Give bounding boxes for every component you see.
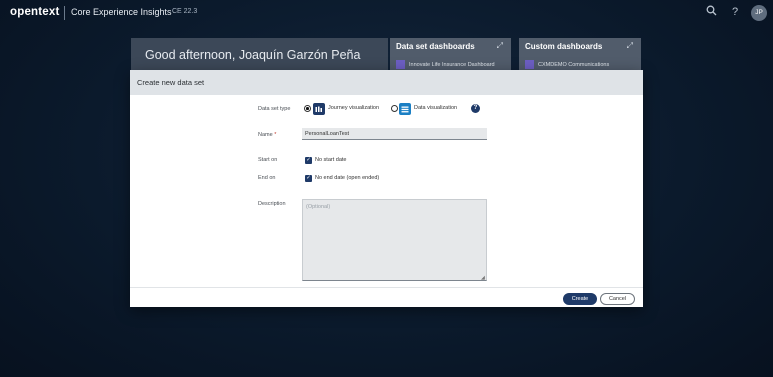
dashboard-list-item[interactable]: CXMDEMO Communications: [525, 60, 609, 69]
dashboard-icon: [525, 60, 534, 69]
expand-icon[interactable]: ⤢: [497, 41, 503, 51]
opentext-logo[interactable]: opentext: [10, 6, 60, 18]
expand-icon[interactable]: ⤢: [627, 41, 633, 51]
create-button[interactable]: Create: [563, 293, 597, 305]
data-visualization-label[interactable]: Data visualization: [414, 105, 457, 111]
dataset-type-label: Data set type: [258, 106, 291, 112]
create-dataset-dialog: Create new data set Data set type Journe…: [130, 70, 643, 307]
journey-visualization-icon: [313, 103, 325, 115]
name-label-text: Name: [258, 132, 273, 138]
dialog-title: Create new data set: [137, 78, 205, 87]
no-end-date-checkbox[interactable]: ✓: [305, 175, 312, 182]
start-on-label: Start on: [258, 157, 278, 163]
top-bar: opentext Core Experience Insights CE 22.…: [0, 0, 773, 26]
end-on-label: End on: [258, 175, 276, 181]
dashboard-list-item[interactable]: Innovate Life Insurance Dashboard: [396, 60, 495, 69]
help-icon[interactable]: ?: [728, 5, 742, 19]
description-textarea[interactable]: [302, 199, 487, 281]
search-icon[interactable]: [704, 5, 718, 19]
app-version: CE 22.3: [172, 8, 198, 15]
greeting-text: Good afternoon, Joaquín Garzón Peña: [145, 48, 361, 62]
greeting-card: Good afternoon, Joaquín Garzón Peña: [131, 38, 388, 70]
resize-handle-icon[interactable]: ◢: [481, 275, 485, 281]
dialog-footer: Create Cancel: [130, 287, 643, 307]
app-title: Core Experience Insights: [71, 7, 172, 17]
required-mark: *: [274, 132, 277, 138]
journey-visualization-radio[interactable]: [304, 105, 311, 112]
data-visualization-radio[interactable]: [391, 105, 398, 112]
dashboard-item-label: CXMDEMO Communications: [538, 61, 610, 68]
header-divider: [64, 6, 65, 20]
dashboard-icon: [396, 60, 405, 69]
dialog-header: Create new data set: [130, 70, 643, 95]
no-start-date-checkbox[interactable]: ✓: [305, 157, 312, 164]
no-start-date-label[interactable]: No start date: [315, 157, 347, 163]
name-input[interactable]: [302, 128, 487, 140]
cancel-button[interactable]: Cancel: [600, 293, 635, 305]
custom-dashboards-title: Custom dashboards: [525, 42, 603, 51]
help-icon[interactable]: ?: [471, 104, 480, 113]
name-label: Name *: [258, 132, 276, 138]
data-visualization-icon: [399, 103, 411, 115]
no-end-date-label[interactable]: No end date (open ended): [315, 175, 379, 181]
journey-visualization-label[interactable]: Journey visualization: [328, 105, 379, 111]
avatar[interactable]: JP: [751, 5, 767, 21]
custom-dashboards-card[interactable]: Custom dashboards ⤢ CXMDEMO Communicatio…: [519, 38, 641, 70]
dataset-dashboards-card[interactable]: Data set dashboards ⤢ Innovate Life Insu…: [390, 38, 511, 70]
description-label: Description: [258, 201, 286, 207]
dataset-dashboards-title: Data set dashboards: [396, 42, 475, 51]
dashboard-item-label: Innovate Life Insurance Dashboard: [409, 61, 495, 68]
